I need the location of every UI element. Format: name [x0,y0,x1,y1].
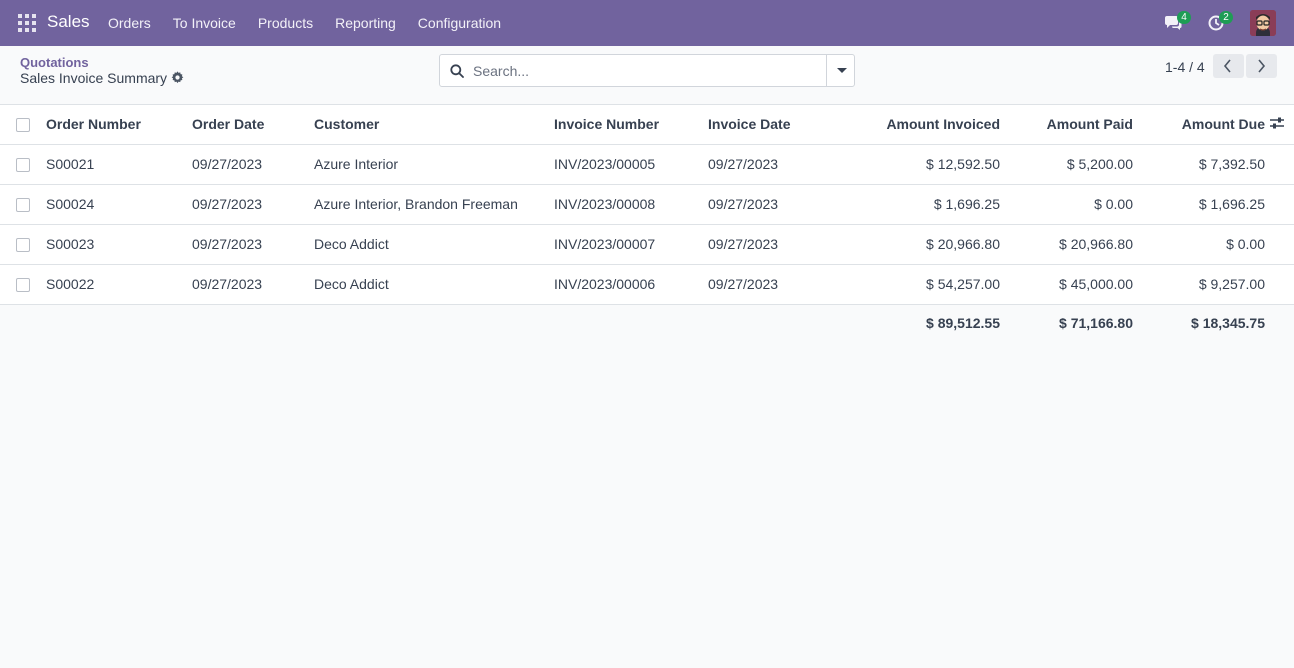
column-header-customer[interactable]: Customer [314,105,554,145]
cell-amount-invoiced: $ 1,696.25 [838,184,1000,225]
cell-invoice-date: 09/27/2023 [708,184,838,225]
totals-row: $ 89,512.55 $ 71,166.80 $ 18,345.75 [0,304,1294,341]
column-header-amount-invoiced[interactable]: Amount Invoiced [838,105,1000,145]
column-header-amount-due[interactable]: Amount Due [1133,105,1265,145]
select-all-checkbox[interactable] [16,118,30,133]
row-checkbox[interactable] [16,158,30,173]
menu-item-to-invoice[interactable]: To Invoice [162,0,247,46]
cell-amount-paid: $ 45,000.00 [1000,264,1133,305]
cell-amount-paid: $ 20,966.80 [1000,224,1133,265]
total-amount-due: $ 18,345.75 [1133,304,1265,341]
menu-item-products[interactable]: Products [247,0,324,46]
column-header-order-date[interactable]: Order Date [192,105,314,145]
list-view: Order Number Order Date Customer Invoice… [0,105,1294,341]
main-menu: Orders To Invoice Products Reporting Con… [97,0,512,46]
row-checkbox[interactable] [16,238,30,253]
cell-order-date: 09/27/2023 [192,184,314,225]
cell-amount-due: $ 7,392.50 [1133,144,1265,185]
cell-invoice-number: INV/2023/00007 [554,224,708,265]
search-options-toggle[interactable] [826,55,855,86]
cell-customer: Deco Addict [314,264,554,305]
column-header-invoice-date[interactable]: Invoice Date [708,105,838,145]
caret-down-icon [837,68,847,73]
search-input[interactable] [473,56,823,85]
cell-amount-due: $ 0.00 [1133,224,1265,265]
cell-amount-invoiced: $ 54,257.00 [838,264,1000,305]
chevron-right-icon [1258,59,1266,73]
column-header-order-number[interactable]: Order Number [46,105,192,145]
cell-amount-due: $ 1,696.25 [1133,184,1265,225]
cell-amount-invoiced: $ 20,966.80 [838,224,1000,265]
control-panel: Quotations Sales Invoice Summary 1-4 / 4 [0,46,1294,105]
cell-amount-due: $ 9,257.00 [1133,264,1265,305]
menu-item-configuration[interactable]: Configuration [407,0,512,46]
cell-order-number: S00021 [46,144,192,185]
gear-icon[interactable] [171,71,184,84]
cell-invoice-date: 09/27/2023 [708,224,838,265]
cell-amount-paid: $ 0.00 [1000,184,1133,225]
cell-invoice-date: 09/27/2023 [708,144,838,185]
app-brand[interactable]: Sales [47,12,90,32]
cell-amount-paid: $ 5,200.00 [1000,144,1133,185]
cell-order-number: S00024 [46,184,192,225]
pager-value[interactable]: 1-4 / 4 [1165,59,1205,75]
row-checkbox[interactable] [16,198,30,213]
cell-customer: Deco Addict [314,224,554,265]
cell-order-number: S00023 [46,224,192,265]
cell-invoice-number: INV/2023/00008 [554,184,708,225]
pager-previous-button[interactable] [1213,54,1244,78]
column-header-invoice-number[interactable]: Invoice Number [554,105,708,145]
cell-customer: Azure Interior, Brandon Freeman [314,184,554,225]
table-header-row: Order Number Order Date Customer Invoice… [0,105,1294,145]
cell-order-date: 09/27/2023 [192,224,314,265]
page-title: Sales Invoice Summary [20,70,168,86]
table-row[interactable]: S00021 09/27/2023 Azure Interior INV/202… [0,144,1294,185]
cell-invoice-date: 09/27/2023 [708,264,838,305]
top-navbar: Sales Orders To Invoice Products Reporti… [0,0,1294,46]
breadcrumb-quotations[interactable]: Quotations [20,55,89,70]
table-row[interactable]: S00024 09/27/2023 Azure Interior, Brando… [0,184,1294,225]
optional-columns-icon[interactable] [1270,117,1284,129]
apps-grid-icon[interactable] [18,14,36,32]
total-amount-paid: $ 71,166.80 [1000,304,1133,341]
menu-item-orders[interactable]: Orders [97,0,162,46]
table-row[interactable]: S00022 09/27/2023 Deco Addict INV/2023/0… [0,264,1294,305]
chat-count-badge: 4 [1177,11,1191,24]
cell-invoice-number: INV/2023/00005 [554,144,708,185]
cell-order-date: 09/27/2023 [192,144,314,185]
cell-order-date: 09/27/2023 [192,264,314,305]
cell-amount-invoiced: $ 12,592.50 [838,144,1000,185]
activity-count-badge: 2 [1219,11,1233,24]
search-box [439,54,855,87]
cell-order-number: S00022 [46,264,192,305]
pager-next-button[interactable] [1246,54,1277,78]
cell-customer: Azure Interior [314,144,554,185]
row-checkbox[interactable] [16,278,30,293]
search-icon [450,64,464,78]
chevron-left-icon [1223,59,1231,73]
menu-item-reporting[interactable]: Reporting [324,0,407,46]
user-avatar[interactable] [1250,10,1276,36]
cell-invoice-number: INV/2023/00006 [554,264,708,305]
table-row[interactable]: S00023 09/27/2023 Deco Addict INV/2023/0… [0,224,1294,265]
column-header-amount-paid[interactable]: Amount Paid [1000,105,1133,145]
invoice-summary-table: Order Number Order Date Customer Invoice… [0,105,1294,341]
total-amount-invoiced: $ 89,512.55 [838,304,1000,341]
